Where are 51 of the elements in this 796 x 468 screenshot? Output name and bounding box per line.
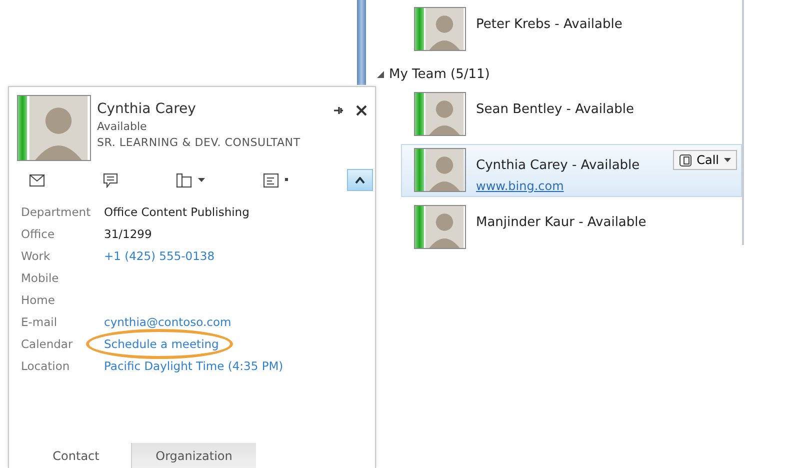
close-icon[interactable]: [356, 105, 367, 116]
avatar-silhouette: [424, 206, 465, 248]
field-value: 31/1299: [104, 227, 152, 241]
field-value: Office Content Publishing: [104, 205, 250, 219]
caret-up-icon: [355, 176, 365, 184]
job-title: SR. LEARNING & DEV. CONSULTANT: [97, 136, 302, 149]
contact-row[interactable]: Manjinder Kaur - Available: [401, 201, 742, 253]
contact-name: Cynthia Carey - Available: [476, 158, 640, 173]
presence-bar: [415, 206, 424, 248]
contact-name: Cynthia Carey: [97, 101, 197, 117]
collapse-button[interactable]: [347, 169, 373, 191]
avatar-silhouette: [424, 93, 465, 135]
field-label: Office: [21, 227, 56, 241]
caret-icon: [198, 178, 205, 182]
field-label: Calendar: [21, 337, 74, 351]
card-menu-button[interactable]: [263, 172, 289, 188]
caret-icon: [724, 158, 731, 162]
avatar-silhouette: [424, 149, 465, 191]
presence-bar: [415, 8, 424, 50]
field-link[interactable]: +1 (425) 555-0138: [104, 249, 215, 263]
field-link[interactable]: Pacific Daylight Time (4:35 PM): [104, 359, 284, 373]
field-label: Location: [21, 359, 71, 373]
contact-row[interactable]: Cynthia Carey - Available www.bing.com Call: [401, 144, 742, 197]
contact-row[interactable]: Peter Krebs - Available: [401, 3, 742, 55]
presence-status: Available: [97, 120, 148, 133]
field-link[interactable]: Schedule a meeting: [104, 337, 219, 351]
contact-name: Peter Krebs - Available: [476, 17, 622, 32]
tab[interactable]: Organization: [131, 443, 256, 468]
avatar-silhouette: [27, 96, 90, 160]
field-link[interactable]: cynthia@contoso.com: [104, 315, 232, 329]
call-button[interactable]: Call: [672, 150, 737, 170]
presence-bar: [415, 149, 424, 191]
chat-bubble-icon[interactable]: [103, 172, 118, 188]
contact-name: Sean Bentley - Available: [476, 102, 634, 117]
phone-menu-button[interactable]: [176, 172, 205, 188]
field-label: E-mail: [21, 315, 58, 329]
avatar-silhouette: [424, 8, 465, 50]
pin-icon[interactable]: [333, 105, 344, 116]
field-label: Department: [21, 205, 92, 219]
presence-bar: [18, 96, 27, 160]
field-label: Home: [21, 293, 56, 307]
field-label: Mobile: [21, 271, 60, 285]
presence-bar: [415, 93, 424, 135]
group-header[interactable]: My Team (5/11): [377, 59, 742, 84]
note-link[interactable]: www.bing.com: [476, 179, 640, 193]
collapse-triangle-icon: [377, 71, 384, 78]
field-label: Work: [21, 249, 52, 263]
contact-name: Manjinder Kaur - Available: [476, 215, 646, 230]
email-icon[interactable]: [29, 174, 45, 186]
contact-row[interactable]: Sean Bentley - Available: [401, 88, 742, 140]
phone-icon: [678, 154, 692, 166]
